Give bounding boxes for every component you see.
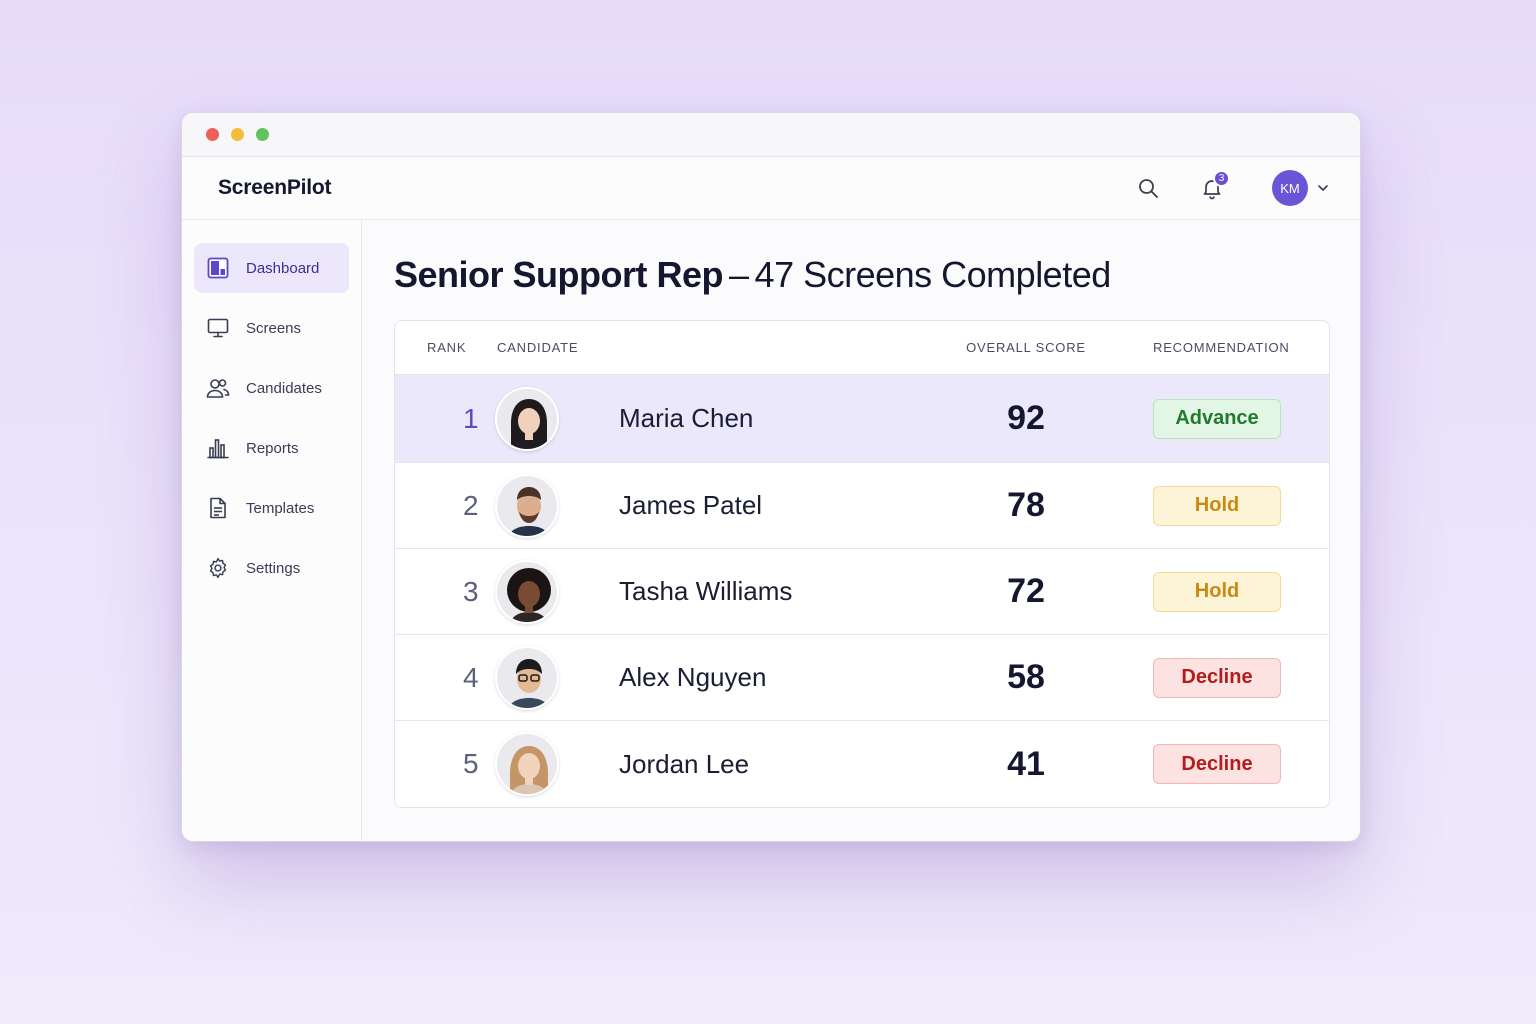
notification-count-badge: 3 — [1213, 170, 1230, 187]
minimize-window-button[interactable] — [231, 128, 244, 141]
recommendation-badge[interactable]: Hold — [1153, 485, 1281, 526]
sidebar-item-label: Reports — [246, 439, 299, 457]
sidebar-item-reports[interactable]: Reports — [194, 423, 349, 473]
page-title-role: Senior Support Rep — [394, 254, 724, 295]
column-header-score[interactable]: OVERALL SCORE — [921, 340, 1131, 355]
bar-chart-icon — [206, 436, 230, 460]
candidate-avatar — [495, 473, 559, 538]
table-row[interactable]: 2 James Patel 78 Hold — [395, 463, 1329, 549]
candidate-avatar — [495, 732, 559, 796]
gear-icon — [206, 556, 230, 580]
candidate-avatar — [495, 386, 559, 451]
monitor-icon — [206, 316, 230, 340]
maximize-window-button[interactable] — [256, 128, 269, 141]
rank-cell: 4 — [463, 661, 479, 693]
score-cell: 72 — [1007, 572, 1045, 610]
brand-logo[interactable]: ScreenPilot — [218, 176, 332, 200]
rank-cell: 3 — [463, 575, 479, 607]
dashboard-icon — [206, 256, 230, 280]
window-titlebar — [182, 113, 1360, 157]
page-title: Senior Support Rep –47 Screens Completed — [394, 254, 1330, 296]
candidate-avatar — [495, 645, 559, 710]
rank-cell: 1 — [463, 402, 479, 434]
column-header-candidate[interactable]: CANDIDATE — [497, 340, 921, 355]
sidebar-item-screens[interactable]: Screens — [194, 303, 349, 353]
main-content: Senior Support Rep –47 Screens Completed … — [362, 220, 1360, 841]
page-title-count: 47 Screens Completed — [754, 254, 1112, 295]
sidebar-item-label: Settings — [246, 559, 301, 577]
user-avatar[interactable]: KM — [1272, 170, 1308, 206]
table-row[interactable]: 3 Tasha Williams 72 Hold — [395, 549, 1329, 635]
chevron-down-icon — [1318, 185, 1328, 192]
column-header-recommendation[interactable]: RECOMMENDATION — [1131, 340, 1329, 355]
table-header: RANK CANDIDATE OVERALL SCORE RECOMMENDAT… — [395, 321, 1329, 375]
table-row[interactable]: 4 Alex Nguyen 58 Decline — [395, 635, 1329, 721]
score-cell: 41 — [1007, 744, 1045, 783]
sidebar-item-settings[interactable]: Settings — [194, 543, 349, 593]
score-cell: 78 — [1007, 486, 1045, 524]
sidebar-item-candidates[interactable]: Candidates — [194, 363, 349, 413]
users-icon — [206, 376, 230, 400]
recommendation-badge[interactable]: Decline — [1153, 744, 1281, 784]
candidate-name[interactable]: Jordan Lee — [591, 749, 749, 779]
candidate-avatar — [495, 559, 559, 624]
sidebar-item-label: Templates — [246, 499, 315, 517]
document-icon — [206, 496, 230, 520]
rank-cell: 2 — [463, 489, 479, 521]
sidebar-item-templates[interactable]: Templates — [194, 483, 349, 533]
sidebar-item-label: Candidates — [246, 379, 322, 397]
score-cell: 92 — [1007, 399, 1045, 437]
search-button[interactable] — [1128, 168, 1168, 208]
candidate-name[interactable]: Tasha Williams — [591, 576, 792, 606]
sidebar-item-dashboard[interactable]: Dashboard — [194, 243, 349, 293]
candidate-name[interactable]: Alex Nguyen — [591, 662, 766, 692]
notifications-button[interactable]: 3 — [1192, 168, 1232, 208]
app-window: ScreenPilot 3 KM Dashboard Screens Candi… — [181, 112, 1361, 842]
table-row[interactable]: 1 Maria Chen 92 Advance — [395, 375, 1329, 463]
sidebar-item-label: Screens — [246, 319, 302, 337]
page-title-separator: – — [729, 254, 749, 295]
column-header-rank[interactable]: RANK — [395, 340, 495, 355]
recommendation-badge[interactable]: Advance — [1153, 398, 1281, 439]
sidebar: Dashboard Screens Candidates Reports Tem… — [182, 220, 362, 841]
search-icon — [1139, 179, 1158, 198]
table-row[interactable]: 5 Jordan Lee 41 Decline — [395, 721, 1329, 807]
score-cell: 58 — [1007, 658, 1045, 696]
candidate-name[interactable]: Maria Chen — [591, 403, 753, 433]
rank-cell: 5 — [463, 748, 479, 779]
recommendation-badge[interactable]: Decline — [1153, 657, 1281, 698]
close-window-button[interactable] — [206, 128, 219, 141]
user-menu-chevron[interactable] — [1316, 180, 1332, 196]
app-header: ScreenPilot 3 KM — [182, 157, 1360, 220]
candidates-table: RANK CANDIDATE OVERALL SCORE RECOMMENDAT… — [394, 320, 1330, 808]
sidebar-item-label: Dashboard — [246, 259, 320, 277]
recommendation-badge[interactable]: Hold — [1153, 571, 1281, 612]
candidate-name[interactable]: James Patel — [591, 490, 762, 520]
